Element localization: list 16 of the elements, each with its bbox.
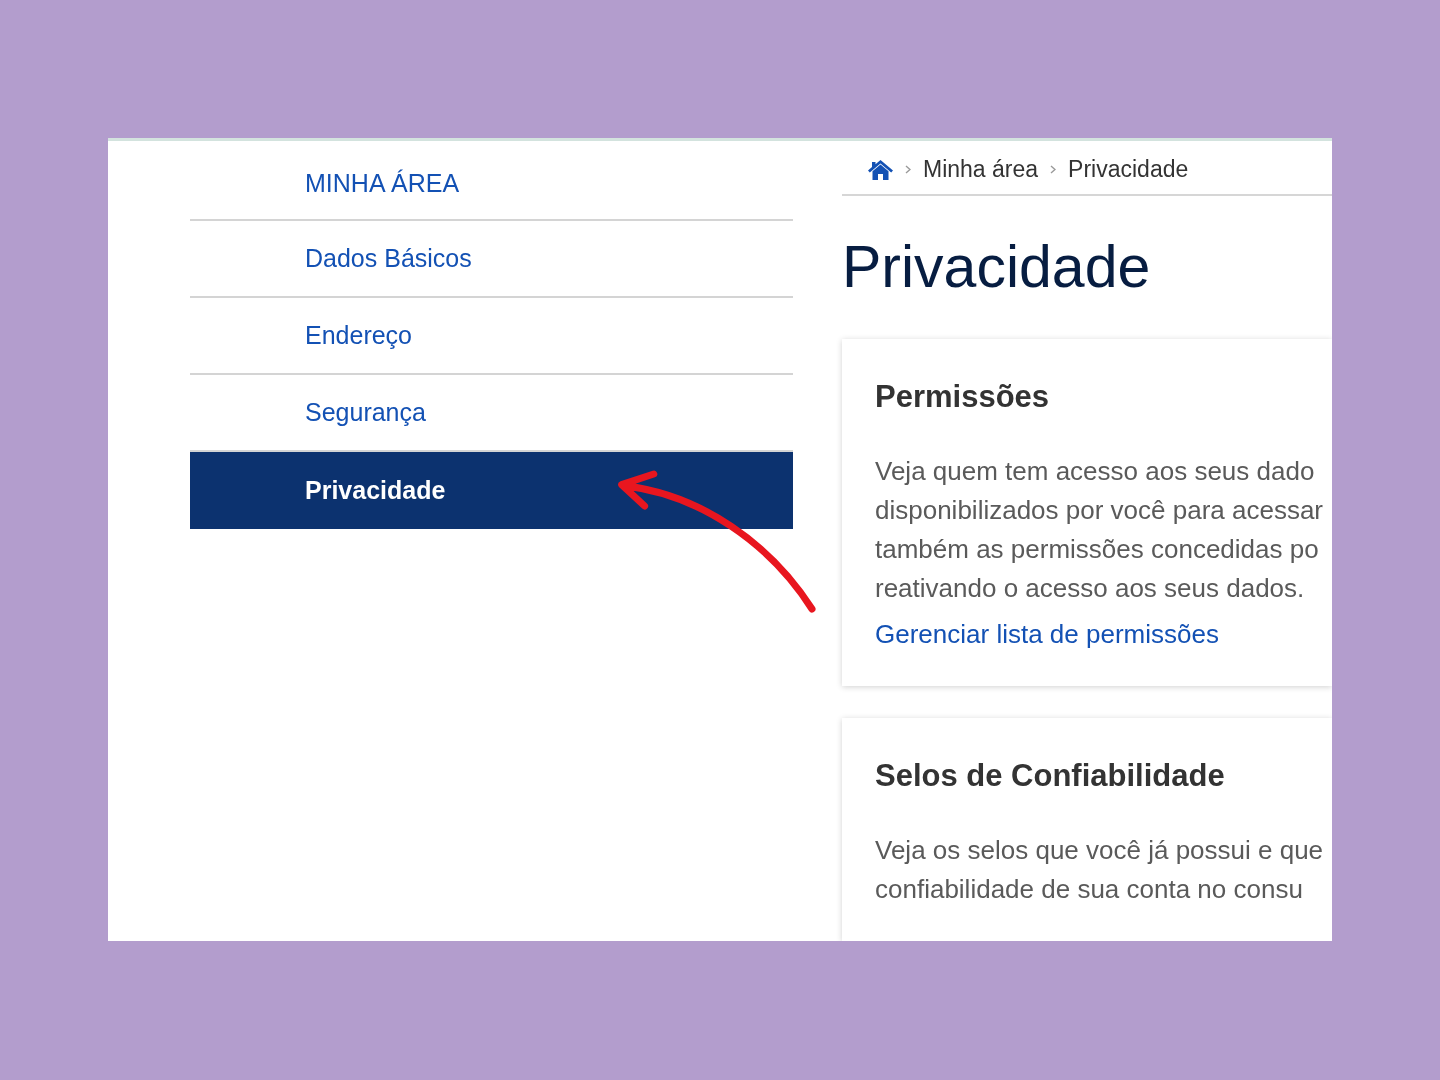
card-description: Veja quem tem acesso aos seus dado disponibilizados por você para acessar também as permissões concedidas po reativando o acesso aos seus dados. xyxy=(875,455,1324,605)
sidebar-item[interactable]: Privacidade xyxy=(190,452,793,529)
breadcrumb-link[interactable]: Minha área xyxy=(923,152,1039,187)
card-title: Selos de Confiabilidade xyxy=(875,757,1226,794)
sidebar-item[interactable]: Dados Básicos xyxy=(190,221,793,298)
sidebar-title: MINHA ÁREA xyxy=(305,168,460,200)
sidebar-item[interactable]: Endereço xyxy=(190,298,793,375)
chevron-right-icon xyxy=(1050,165,1057,174)
chevron-right-icon xyxy=(905,165,911,174)
page-title: Privacidade xyxy=(842,233,1152,302)
card-link[interactable]: Gerenciar lista de permissões xyxy=(875,615,1219,654)
curved-arrow-icon xyxy=(617,470,816,613)
card-description: Veja os selos que você já possui e que confiabilidade de sua conta no consu xyxy=(875,834,1324,906)
home-icon[interactable] xyxy=(868,159,893,180)
card-title: Permissões xyxy=(875,378,1051,415)
breadcrumb-current: Privacidade xyxy=(1068,155,1189,185)
